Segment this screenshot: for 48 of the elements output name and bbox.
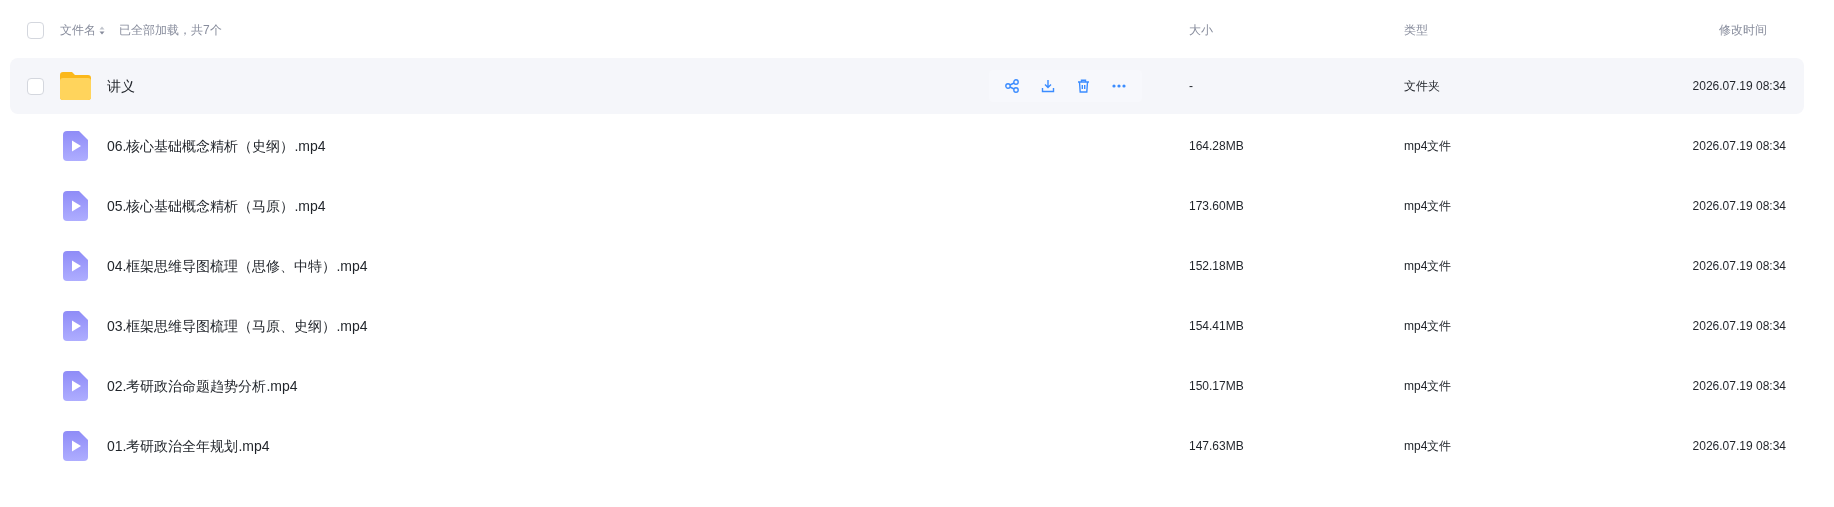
modified-cell-text: 2026.07.19 08:34 [1692, 198, 1786, 215]
video-file-icon [63, 251, 88, 281]
download-icon[interactable] [1041, 79, 1055, 93]
size-cell-text: 154.41MB [1189, 318, 1245, 335]
file-name[interactable]: 讲义 [107, 75, 135, 97]
modified-cell-text: 2026.07.19 08:34 [1692, 258, 1786, 275]
size-cell-text: 147.63MB [1189, 438, 1245, 455]
type-cell-text: mp4文件 [1404, 438, 1453, 455]
type-cell-text: mp4文件 [1404, 378, 1453, 395]
modified-cell-text: 2026.07.19 08:34 [1692, 78, 1786, 95]
video-file-icon [63, 311, 88, 341]
file-name[interactable]: 01.考研政治全年规划.mp4 [107, 435, 270, 457]
size-cell-text: 152.18MB [1189, 258, 1245, 275]
modified-cell-text: 2026.07.19 08:34 [1692, 438, 1786, 455]
column-header[interactable]: 修改时间 [1719, 21, 1767, 39]
type-cell-text: mp4文件 [1404, 198, 1453, 215]
size-cell-text: - [1189, 78, 1194, 95]
load-status: 已全部加载，共7个 [119, 22, 222, 39]
size-cell-text: 164.28MB [1189, 138, 1245, 155]
more-icon[interactable] [1112, 84, 1126, 88]
folder-icon [58, 71, 93, 101]
video-file-icon [63, 191, 88, 221]
size-cell-text: 150.17MB [1189, 378, 1245, 395]
modified-cell-text: 2026.07.19 08:34 [1692, 138, 1786, 155]
video-file-icon [63, 431, 88, 461]
file-name[interactable]: 02.考研政治命题趋势分析.mp4 [107, 375, 298, 397]
file-name[interactable]: 05.核心基础概念精析（马原）.mp4 [107, 195, 326, 217]
video-file-icon [63, 371, 88, 401]
trash-icon[interactable] [1077, 79, 1090, 93]
type-cell-text: 文件夹 [1404, 78, 1441, 95]
sort-icon[interactable] [99, 25, 105, 35]
share-icon[interactable] [1005, 79, 1019, 93]
video-file-icon [63, 131, 88, 161]
modified-cell-text: 2026.07.19 08:34 [1692, 378, 1786, 395]
size-cell-text: 173.60MB [1189, 198, 1245, 215]
type-cell-text: mp4文件 [1404, 318, 1453, 335]
file-name[interactable]: 06.核心基础概念精析（史纲）.mp4 [107, 135, 326, 157]
file-name[interactable]: 03.框架思维导图梳理（马原、史纲）.mp4 [107, 315, 368, 337]
file-name[interactable]: 04.框架思维导图梳理（思修、中特）.mp4 [107, 255, 368, 277]
checkbox[interactable] [27, 21, 44, 39]
column-header[interactable]: 类型 [1404, 21, 1604, 39]
modified-cell-text: 2026.07.19 08:34 [1692, 318, 1786, 335]
type-cell-text: mp4文件 [1404, 138, 1453, 155]
column-header[interactable]: 文件名 [60, 21, 96, 39]
type-cell-text: mp4文件 [1404, 258, 1453, 275]
column-header[interactable]: 大小 [1189, 21, 1404, 39]
file-row[interactable]: 讲义 - 文件夹 2026.07.19 08:34 [10, 58, 1804, 114]
checkbox[interactable] [27, 77, 44, 95]
